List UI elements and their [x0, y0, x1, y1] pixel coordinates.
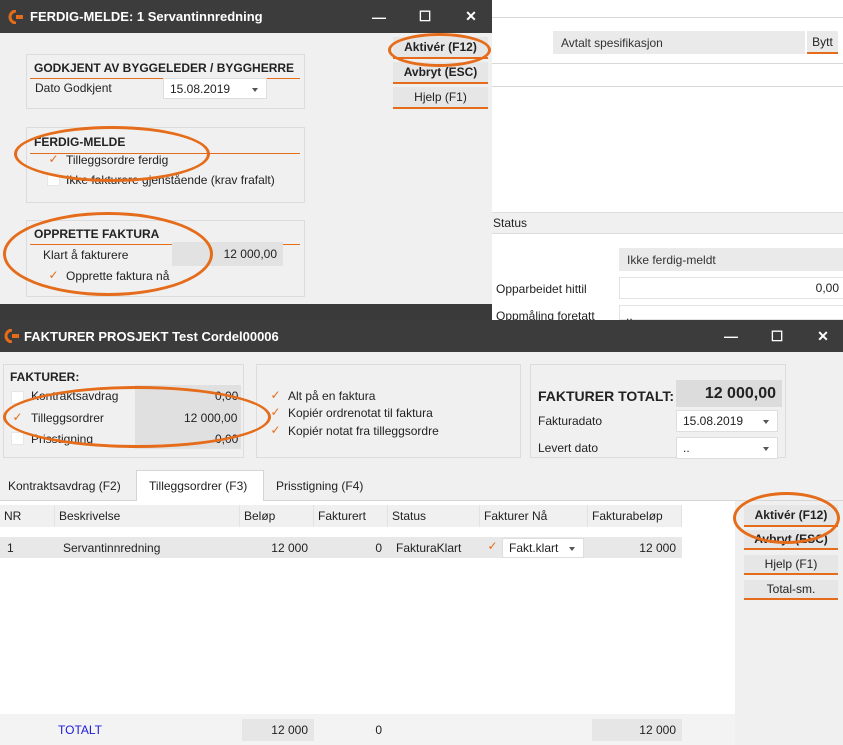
chevron-down-icon	[763, 447, 769, 451]
totals-value: 12 000,00	[676, 380, 782, 407]
activate-button[interactable]: Aktivér (F12)	[744, 505, 838, 527]
prisstigning-value: 0,00	[215, 432, 239, 446]
fakturadato-label: Fakturadato	[538, 414, 603, 428]
app-logo-icon	[4, 329, 19, 343]
tilleggsordre-ferdig-checkbox[interactable]: ✓	[47, 153, 60, 166]
close-icon[interactable]: ✕	[448, 0, 494, 33]
help-button[interactable]: Hjelp (F1)	[744, 555, 838, 575]
totals-row-fakturabelop: 12 000	[592, 719, 682, 741]
kontraktsavdrag-checkbox[interactable]	[11, 391, 24, 404]
cell-fakturer-na[interactable]: ✓ Fakt.klart	[480, 537, 588, 558]
date-approved-value: 15.08.2019	[170, 81, 231, 96]
ikke-fakturere-label: Ikke fakturere gjenstående (krav frafalt…	[66, 173, 275, 187]
cell-status[interactable]: FakturaKlart	[388, 537, 480, 558]
chevron-down-icon	[569, 547, 575, 551]
opprette-faktura-title: OPPRETTE FAKTURA	[34, 227, 160, 241]
totals-row-fakturert: 0	[375, 723, 382, 737]
minimize-icon[interactable]: —	[708, 320, 754, 352]
background-window: Avtalt spesifikasjon Bytt Status Ikke fe…	[490, 0, 843, 323]
totals-row-label: TOTALT	[58, 723, 103, 737]
cell-beskrivelse[interactable]: Servantinnredning	[55, 537, 240, 558]
date-approved-picker[interactable]: 15.08.2019	[163, 78, 267, 99]
col-status[interactable]: Status	[388, 505, 480, 527]
dialog-titlebar: FERDIG-MELDE: 1 Servantinnredning — ☐ ✕	[0, 0, 492, 33]
levert-dato-value: ..	[683, 441, 690, 455]
tilleggsordrer-checkbox[interactable]: ✓	[11, 411, 24, 424]
dialog-titlebar: FAKTURER PROSJEKT Test Cordel00006 — ☐ ✕	[0, 320, 843, 352]
ferdig-melde-title: FERDIG-MELDE	[34, 135, 126, 149]
chevron-down-icon	[763, 420, 769, 424]
alt-pa-en-faktura-label: Alt på en faktura	[288, 389, 376, 403]
help-button[interactable]: Hjelp (F1)	[393, 87, 488, 109]
opparbeidet-label: Opparbeidet hittil	[496, 282, 587, 296]
klart-label: Klart å fakturere	[43, 248, 129, 262]
oppmaling-field[interactable]: ..	[619, 305, 843, 323]
levert-dato-label: Levert dato	[538, 441, 599, 455]
col-fakturabelop[interactable]: Fakturabeløp	[588, 505, 682, 527]
total-sum-button[interactable]: Total-sm.	[744, 580, 838, 600]
activate-button[interactable]: Aktivér (F12)	[393, 37, 488, 59]
opparbeidet-field[interactable]: 0,00	[619, 277, 843, 299]
fakturer-title: FAKTURER:	[10, 370, 80, 384]
totals-row-belop: 12 000	[242, 719, 314, 741]
status-header-bar	[491, 212, 843, 234]
tab-tilleggsordrer[interactable]: Tilleggsordrer (F3)	[136, 470, 264, 501]
maximize-icon[interactable]: ☐	[402, 0, 448, 33]
cell-belop[interactable]: 12 000	[240, 537, 314, 558]
cell-fakturabelop[interactable]: 12 000	[588, 537, 682, 558]
tab-kontraktsavdrag[interactable]: Kontraktsavdrag (F2)	[2, 470, 127, 501]
cell-nr[interactable]: 1	[0, 537, 55, 558]
tilleggsordrer-value: 12 000,00	[184, 411, 238, 425]
maximize-icon[interactable]: ☐	[754, 320, 800, 352]
opprette-faktura-label: Opprette faktura nå	[66, 269, 170, 283]
kontraktsavdrag-label: Kontraktsavdrag	[31, 389, 119, 403]
tab-prisstigning[interactable]: Prisstigning (F4)	[270, 470, 369, 501]
tilleggsordrer-label: Tilleggsordrer	[31, 411, 104, 425]
col-belop[interactable]: Beløp	[240, 505, 314, 527]
col-fakturert[interactable]: Fakturert	[314, 505, 388, 527]
divider	[491, 63, 843, 64]
opprette-faktura-checkbox[interactable]: ✓	[47, 269, 60, 282]
prisstigning-label: Prisstigning	[31, 432, 94, 446]
dialog-title: FERDIG-MELDE: 1 Servantinnredning	[30, 9, 263, 24]
status-header: Status	[493, 216, 528, 230]
cancel-button[interactable]: Avbryt (ESC)	[744, 530, 838, 550]
kopier-ordrenotat-label: Kopiér ordrenotat til faktura	[288, 406, 433, 420]
dialog-title: FAKTURER PROSJEKT Test Cordel00006	[24, 328, 279, 344]
minimize-icon[interactable]: —	[356, 0, 402, 33]
approval-title: GODKJENT AV BYGGELEDER / BYGGHERRE	[34, 61, 295, 75]
col-nr[interactable]: NR	[0, 505, 55, 527]
klart-value: 12 000,00	[172, 242, 283, 266]
divider	[491, 86, 843, 87]
ikke-fakturere-checkbox[interactable]	[47, 173, 60, 186]
status-value: Ikke ferdig-meldt	[619, 248, 843, 271]
close-icon[interactable]: ✕	[800, 320, 843, 352]
divider	[491, 17, 843, 18]
levert-dato-picker[interactable]: ..	[676, 437, 778, 459]
fakturadato-value: 15.08.2019	[683, 414, 744, 428]
kopier-notat-label: Kopiér notat fra tilleggsordre	[288, 424, 439, 438]
fakturer-na-value: Fakt.klart	[509, 541, 559, 555]
date-approved-label: Dato Godkjent	[35, 81, 112, 95]
dialog-bottom-strip	[0, 304, 492, 320]
cell-fakturert[interactable]: 0	[314, 537, 388, 558]
cancel-button[interactable]: Avbryt (ESC)	[393, 62, 488, 84]
chevron-down-icon	[252, 87, 258, 92]
col-fakturer-na[interactable]: Fakturer Nå	[480, 505, 588, 527]
swap-button[interactable]: Bytt	[807, 31, 838, 54]
kontraktsavdrag-value: 0,00	[215, 389, 239, 403]
app-logo-icon	[8, 9, 23, 24]
prisstigning-checkbox[interactable]	[11, 432, 24, 445]
ferdig-melde-dialog: FERDIG-MELDE: 1 Servantinnredning — ☐ ✕ …	[0, 0, 492, 320]
col-beskrivelse[interactable]: Beskrivelse	[55, 505, 240, 527]
tilleggsordre-ferdig-label: Tilleggsordre ferdig	[66, 153, 169, 167]
fakturer-na-checkbox[interactable]: ✓	[486, 540, 499, 553]
alt-pa-en-faktura-checkbox[interactable]: ✓	[269, 389, 282, 402]
fakturadato-picker[interactable]: 15.08.2019	[676, 410, 778, 432]
fakturer-na-select[interactable]: Fakt.klart	[502, 538, 584, 558]
spec-field[interactable]: Avtalt spesifikasjon	[553, 31, 805, 54]
kopier-ordrenotat-checkbox[interactable]: ✓	[269, 406, 282, 419]
kopier-notat-checkbox[interactable]: ✓	[269, 424, 282, 437]
totals-label: FAKTURER TOTALT:	[538, 388, 675, 404]
